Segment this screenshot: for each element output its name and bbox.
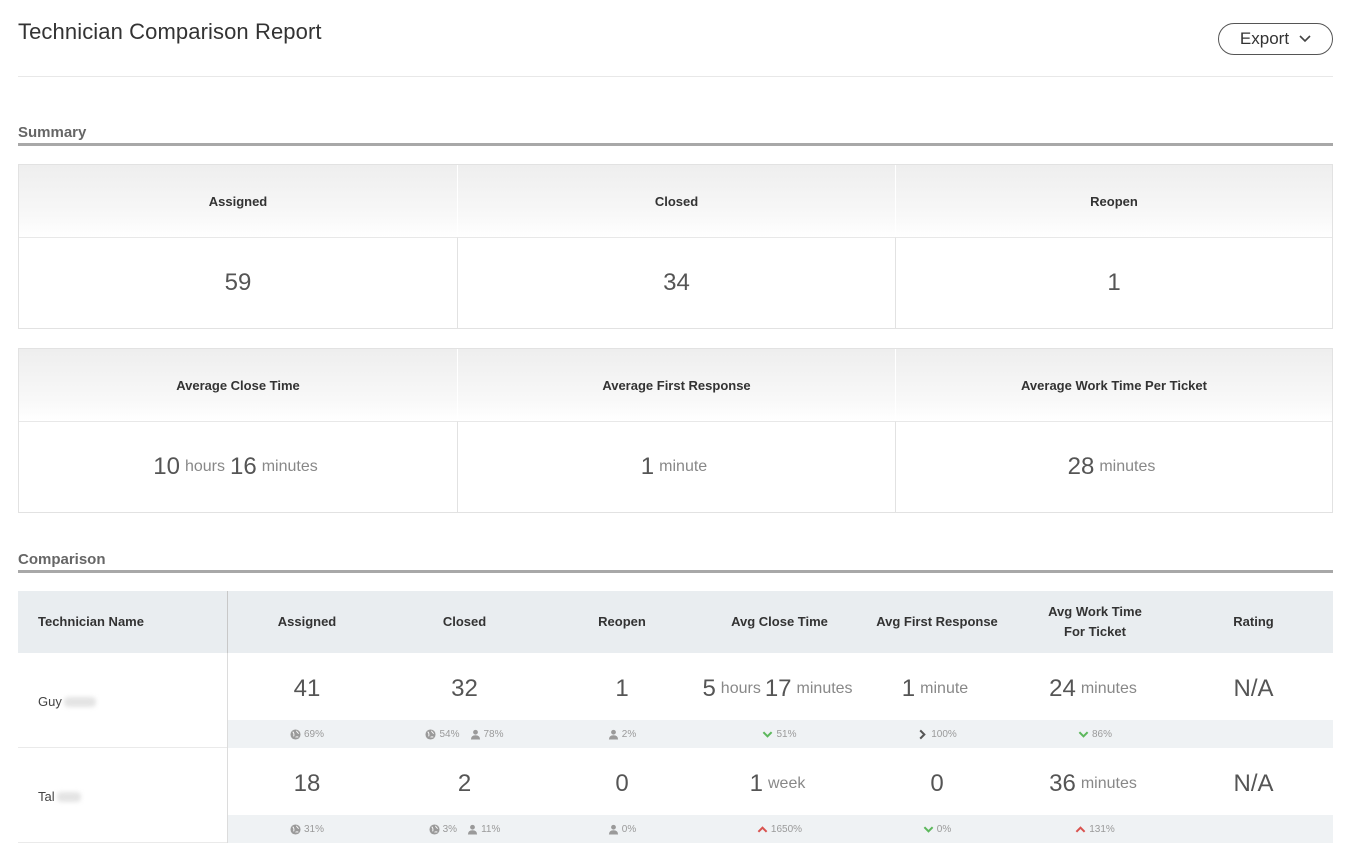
summary-header-closed: Closed [457,165,895,237]
assigned-value: 18 [293,769,321,797]
avg-work-time-value: 24 minutes [1049,674,1137,702]
summary-value-avg-first-response: 1 minute [457,421,895,512]
summary-counts-grid: Assigned Closed Reopen 59 34 1 [18,164,1333,329]
column-header-closed[interactable]: Closed [386,591,543,653]
rating-sub-empty [1174,720,1333,748]
globe-icon [429,823,440,835]
user-icon [608,729,618,740]
user-icon [470,729,480,740]
avg-first-response-trend: 100% [858,720,1016,748]
rating-value: N/A [1233,674,1274,702]
technician-name: Tal [38,789,55,804]
rating-sub-empty [1174,815,1333,843]
comparison-table-header: Technician Name Assigned Closed Reopen A… [18,591,1333,653]
avg-work-time-trend: 131% [1016,815,1174,843]
page-title: Technician Comparison Report [18,19,322,44]
reopen-value: 0 [615,769,629,797]
chevron-down-icon [1078,730,1089,738]
closed-value: 2 [457,769,472,797]
redacted-surname [63,696,96,707]
summary-header-avg-work-time: Average Work Time Per Ticket [895,349,1332,421]
closed-share: 3% 11% [386,815,543,843]
column-header-avg-work-time[interactable]: Avg Work Time For Ticket [1016,591,1174,653]
column-header-rating[interactable]: Rating [1174,591,1333,653]
summary-value-assigned: 59 [19,237,457,328]
closed-value: 32 [451,674,478,702]
column-header-reopen[interactable]: Reopen [543,591,701,653]
reopen-share: 2% [543,720,701,748]
page-header: Technician Comparison Report Export [18,0,1333,77]
technician-name: Guy [38,694,62,709]
chevron-up-icon [757,825,768,833]
reopen-value: 1 [615,674,629,702]
avg-first-response-trend: 0% [858,815,1016,843]
export-button[interactable]: Export [1218,23,1333,55]
avg-work-time-value: 36 minutes [1049,769,1137,797]
reopen-share: 0% [543,815,701,843]
column-header-avg-close-time[interactable]: Avg Close Time [701,591,858,653]
summary-value-avg-close-time: 10 hours 16 minutes [19,421,457,512]
assigned-value: 41 [293,674,321,702]
user-icon [608,824,618,835]
table-row: Guy 41 32 1 5 hours 17 minutes 1 minute 24 mi… [18,653,1333,748]
technician-name-cell[interactable]: Tal [18,748,228,843]
technician-name-cell[interactable]: Guy [18,653,228,748]
row-metrics: 41 32 1 5 hours 17 minutes 1 minute 24 minute… [228,653,1333,748]
avg-first-response-value: 1 minute [901,674,969,702]
avg-close-time-trend: 1650% [701,815,858,843]
summary-value-reopen: 1 [895,237,1332,328]
globe-icon [290,728,301,740]
rating-value: N/A [1233,769,1274,797]
summary-header-avg-close-time: Average Close Time [19,349,457,421]
summary-section-title: Summary [18,124,1333,146]
avg-first-response-value: 0 [930,769,944,797]
closed-share: 54% 78% [386,720,543,748]
summary-times-grid: Average Close Time Average First Respons… [18,348,1333,513]
chevron-up-icon [1075,825,1086,833]
chevron-right-icon [919,729,926,739]
assigned-share: 31% [228,815,386,843]
column-header-avg-first-response[interactable]: Avg First Response [858,591,1016,653]
summary-header-assigned: Assigned [19,165,457,237]
chevron-down-icon [763,730,773,738]
table-row: Tal 18 2 0 1 week 0 36 minutes N/A 31% 3% … [18,748,1333,843]
summary-header-reopen: Reopen [895,165,1332,237]
avg-close-time-trend: 51% [701,720,858,748]
column-header-technician-name[interactable]: Technician Name [18,591,228,653]
globe-icon [425,728,437,740]
user-icon [467,824,478,835]
globe-icon [290,823,301,835]
redacted-surname [56,791,81,802]
summary-value-avg-work-time: 28 minutes [895,421,1332,512]
assigned-share: 69% [228,720,386,748]
avg-close-time-value: 1 week [749,769,806,797]
column-header-assigned[interactable]: Assigned [228,591,386,653]
export-label: Export [1239,29,1290,48]
row-metrics: 18 2 0 1 week 0 36 minutes N/A 31% 3% 11% … [228,748,1333,843]
chevron-down-icon [923,825,934,833]
chevron-down-icon [1299,35,1311,43]
summary-header-avg-first-response: Average First Response [457,349,895,421]
comparison-table: Technician Name Assigned Closed Reopen A… [18,591,1333,843]
comparison-section-title: Comparison [18,551,1333,573]
avg-work-time-trend: 86% [1016,720,1174,748]
avg-close-time-value: 5 hours 17 minutes [702,674,853,702]
summary-value-closed: 34 [457,237,895,328]
